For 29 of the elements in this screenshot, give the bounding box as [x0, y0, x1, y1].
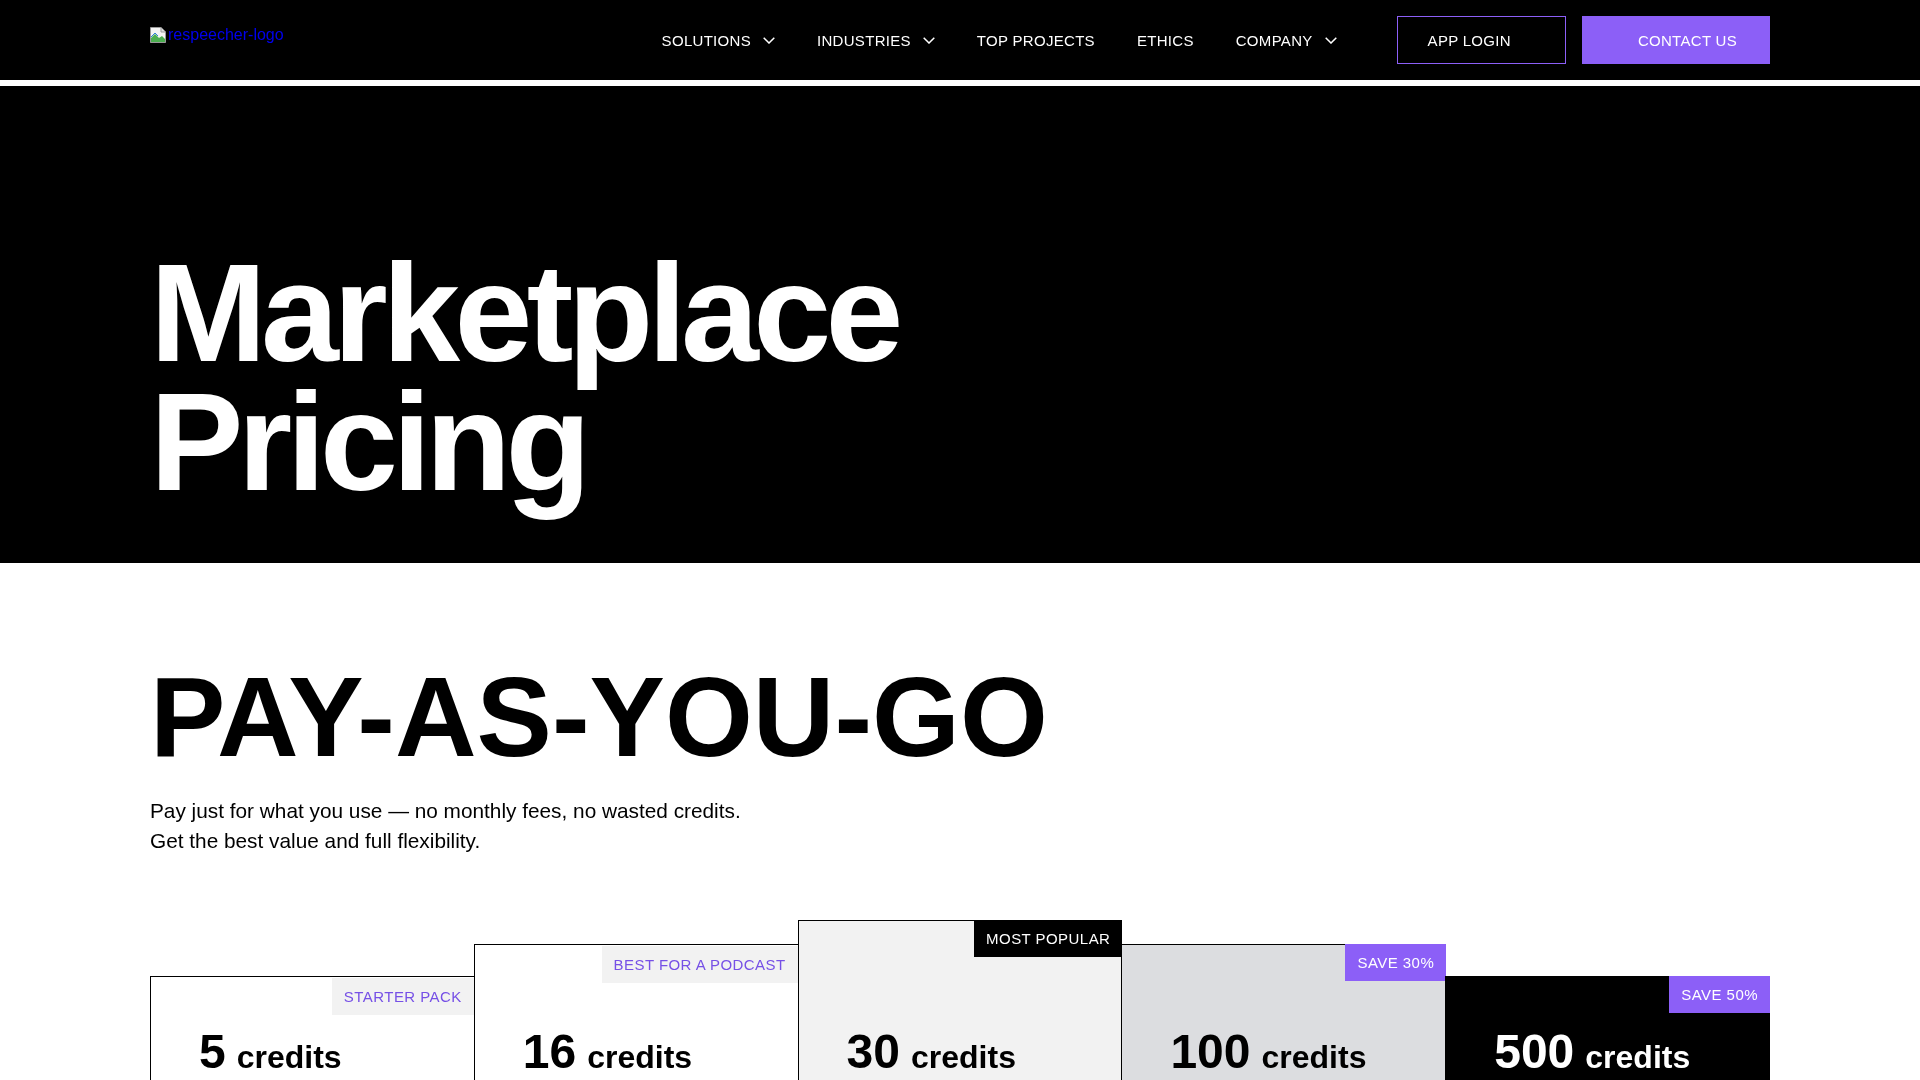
hero-title: Marketplace Pricing [150, 248, 900, 522]
contact-button[interactable]: CONTACT US [1581, 16, 1770, 64]
broken-image-icon [150, 27, 166, 43]
chevron-down-icon [1324, 36, 1337, 44]
credit-unit: credits [911, 1039, 1016, 1076]
chevron-down-icon [763, 36, 775, 44]
plan-badge: SAVE 30% [1345, 944, 1447, 981]
plan-badge: STARTER PACK [331, 978, 474, 1015]
section-title: PAY-AS-YOU-GO [150, 661, 1048, 774]
login-button[interactable]: APP LOGIN [1396, 16, 1566, 64]
nav-link[interactable]: COMPANY [1235, 31, 1337, 49]
nav-link[interactable]: TOP PROJECTS [976, 31, 1095, 49]
credit-amount: 16 [522, 1028, 577, 1076]
credit-amount: 30 [846, 1028, 900, 1076]
credit-unit: credits [587, 1039, 693, 1076]
plan-badge: BEST FOR A PODCAST [601, 946, 798, 983]
plan-badge: MOST POPULAR [974, 920, 1123, 957]
plan-badge: SAVE 50% [1669, 976, 1770, 1013]
nav-link[interactable]: SOLUTIONS [661, 31, 775, 49]
credit-unit: credits [236, 1039, 342, 1076]
credit-amount: 5 [199, 1028, 226, 1076]
section-description: Pay just for what you use — no monthly fees, no wasted credits. Get the best value and full flexibility. [150, 798, 742, 854]
credit-unit: credits [1585, 1039, 1691, 1076]
nav-link[interactable]: INDUSTRIES [817, 31, 935, 49]
chevron-down-icon [922, 36, 935, 44]
credit-unit: credits [1261, 1039, 1367, 1076]
credit-amount: 100 [1170, 1028, 1251, 1076]
nav-link[interactable]: ETHICS [1136, 31, 1194, 49]
credit-amount: 500 [1494, 1028, 1575, 1076]
